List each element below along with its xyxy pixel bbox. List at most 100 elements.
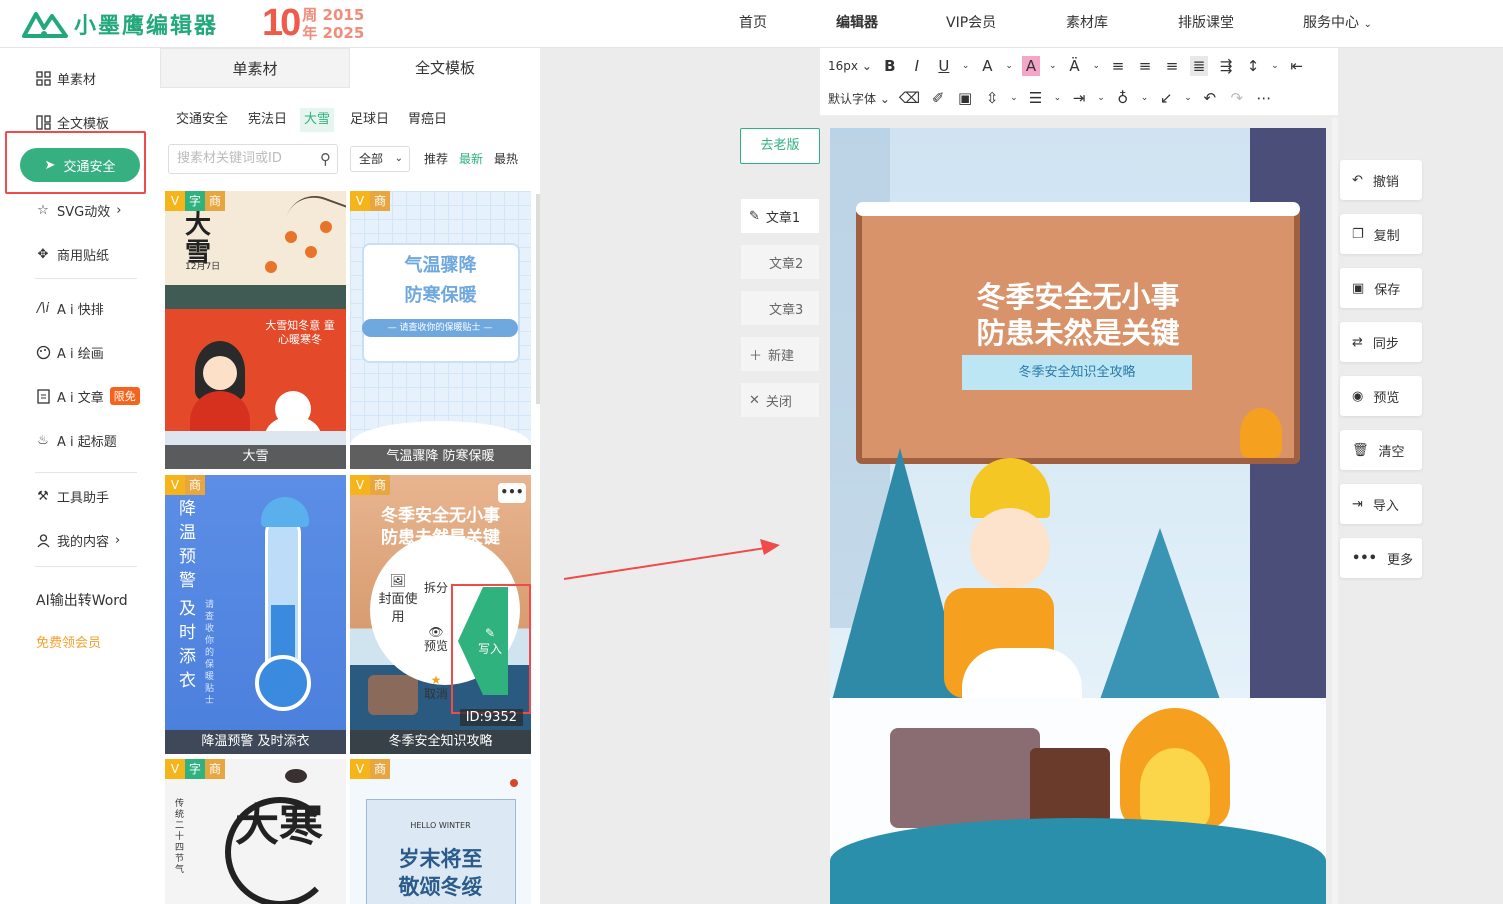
preview-action[interactable]: 👁 预览 <box>424 625 448 653</box>
canvas-scrollbar[interactable] <box>1332 118 1338 904</box>
sidebar-item-single[interactable]: 单素材 <box>35 67 96 89</box>
material-card[interactable]: 大雪 12月7日 大雪知冬意 童心暖寒冬 V 字 商 大雪 <box>165 191 346 469</box>
sort-recommend[interactable]: 推荐 <box>424 150 448 167</box>
category-stomach[interactable]: 胃癌日 <box>404 108 451 132</box>
sidebar-item-template[interactable]: 全文模板 <box>35 111 109 133</box>
save-button[interactable]: ▣ 保存 <box>1340 268 1422 308</box>
import-button[interactable]: ⇥ 导入 <box>1340 484 1422 524</box>
category-constitution[interactable]: 宪法日 <box>244 108 291 132</box>
free-vip-link[interactable]: 免费领会员 <box>36 630 101 652</box>
nav-service[interactable]: 服务中心 ⌄ <box>1303 0 1372 48</box>
sync-button[interactable]: ⇄ 同步 <box>1340 322 1422 362</box>
left-nav: 单素材 全文模板 ➤ 交通安全 ☆ SVG动效 › ✥ 商用贴纸 /\i A i 快排 A… <box>0 48 160 904</box>
user-icon <box>35 532 51 548</box>
more-icon[interactable]: ••• <box>498 483 526 503</box>
new-doc-button[interactable]: ＋ 新建 <box>740 336 820 372</box>
tab-single[interactable]: 单素材 <box>160 48 350 88</box>
doc-tab-1[interactable]: ✎ 文章1 <box>740 198 820 234</box>
category-traffic[interactable]: 交通安全 <box>172 108 232 132</box>
sort-hot[interactable]: 最热 <box>494 150 518 167</box>
exit-icon[interactable]: ⇤ <box>1288 56 1306 76</box>
eraser-icon[interactable]: ⌫ <box>899 88 920 108</box>
search-input[interactable]: 搜素材关键词或ID ⚲ <box>168 144 338 174</box>
close-doc-button[interactable]: ✕ 关闭 <box>740 382 820 418</box>
plus-icon: ＋ <box>749 348 763 364</box>
nav-editor[interactable]: 编辑器 <box>836 0 878 48</box>
canvas-subtitle[interactable]: 冬季安全知识全攻略 <box>962 355 1192 390</box>
align-center-icon[interactable]: ≡ <box>1136 56 1154 76</box>
category-snow[interactable]: 大雪 <box>300 108 335 132</box>
undo-icon[interactable]: ↶ <box>1201 88 1219 108</box>
sidebar-item-my-content[interactable]: 我的内容 › <box>35 529 120 551</box>
spacing-icon[interactable]: ⇳ <box>983 88 1001 108</box>
sidebar-item-ai-paint[interactable]: A i 绘画 <box>35 341 104 363</box>
copy-button[interactable]: ❐ 复制 <box>1340 214 1422 254</box>
font-size-select[interactable]: 16px ⌄ <box>828 59 872 73</box>
anniversary-line1: 周 2015 <box>302 5 365 24</box>
sort-latest[interactable]: 最新 <box>459 150 483 167</box>
divider-icon[interactable]: ☰ <box>1027 88 1045 108</box>
font-family-select[interactable]: 默认字体 ⌄ <box>828 90 890 107</box>
material-card[interactable]: 大寒 传统二十四节气 V 字 商 <box>165 759 346 904</box>
underline-icon[interactable]: U <box>935 56 953 76</box>
category-football[interactable]: 足球日 <box>346 108 393 132</box>
sidebar-item-ai-article[interactable]: A i 文章 限免 <box>35 385 140 407</box>
align-justify-icon[interactable]: ≣ <box>1190 56 1209 76</box>
material-card[interactable]: HELLO WINTER 岁末将至 敬颂冬绥 V 商 <box>350 759 531 904</box>
template-icon <box>35 114 51 130</box>
cover-use-label: 封面使用 <box>378 592 418 625</box>
cover-use-action[interactable]: 🖼 封面使用 <box>378 573 418 627</box>
material-card-hovered[interactable]: 冬季安全无小事 防患未然是关键 🖼封面使用 拆分 👁预览 ★取消 ✎写入 •••… <box>350 475 531 754</box>
bulb-icon[interactable]: ♁ <box>1114 88 1132 108</box>
doc-tab-2[interactable]: 文章2 <box>740 244 820 280</box>
doc-tab-label: 文章3 <box>769 302 804 318</box>
split-action[interactable]: 拆分 <box>424 579 448 596</box>
cancel-action[interactable]: ★ 取消 <box>424 673 448 701</box>
logo[interactable]: 小墨鹰编辑器 <box>22 8 218 40</box>
canvas-title2[interactable]: 防患未然是关键 <box>830 310 1326 352</box>
format-brush-icon[interactable]: ✐ <box>929 88 947 108</box>
doc-tab-3[interactable]: 文章3 <box>740 290 820 326</box>
preview-button[interactable]: ◉ 预览 <box>1340 376 1422 416</box>
more-button[interactable]: ••• 更多 <box>1340 538 1422 578</box>
filter-select[interactable]: 全部 ⌄ <box>350 146 410 172</box>
card-caption: 大雪 <box>165 445 346 469</box>
old-version-button[interactable]: 去老版 <box>740 128 820 164</box>
ai-icon: /\i <box>36 300 50 316</box>
redo-icon[interactable]: ↷ <box>1228 88 1246 108</box>
nav-home[interactable]: 首页 <box>739 0 767 48</box>
nav-materials[interactable]: 素材库 <box>1066 0 1108 48</box>
paragraph-icon[interactable]: ⇥ <box>1070 88 1088 108</box>
material-card[interactable]: 降温预警 及时添衣 请查收你的保暖贴士 V 商 降温预警 及时添衣 <box>165 475 346 754</box>
indent-icon[interactable]: ⇶ <box>1217 56 1235 76</box>
text-effect-icon[interactable]: Ä <box>1066 56 1084 76</box>
undo-button[interactable]: ↶ 撤销 <box>1340 160 1422 200</box>
nav-course[interactable]: 排版课堂 <box>1178 0 1234 48</box>
resize-icon[interactable]: ↙ <box>1157 88 1175 108</box>
sidebar-item-tools[interactable]: ⚒ 工具助手 <box>35 485 109 507</box>
align-left-icon[interactable]: ≡ <box>1109 56 1127 76</box>
material-card[interactable]: 气温骤降 防寒保暖 — 请查收你的保暖贴士 — V 商 气温骤降 防寒保暖 <box>350 191 531 469</box>
more-icon: ••• <box>1352 550 1377 566</box>
bold-icon[interactable]: B <box>881 56 899 76</box>
line-height-icon[interactable]: ↕ <box>1244 56 1262 76</box>
sidebar-item-stickers[interactable]: ✥ 商用贴纸 <box>35 243 109 265</box>
tab-template[interactable]: 全文模板 <box>350 48 540 88</box>
more-icon[interactable]: ⋯ <box>1255 88 1273 108</box>
font-color-icon[interactable]: A <box>978 56 996 76</box>
sidebar-item-ai-title[interactable]: ♨ A i 起标题 <box>35 429 117 451</box>
align-right-icon[interactable]: ≡ <box>1163 56 1181 76</box>
panel-scrollbar[interactable] <box>536 194 540 404</box>
nav-vip[interactable]: VIP会员 <box>946 0 996 48</box>
sidebar-item-svg[interactable]: ☆ SVG动效 › <box>35 199 121 221</box>
highlight-color-icon[interactable]: A <box>1021 56 1040 76</box>
word-export-link[interactable]: AI输出转Word <box>36 589 128 611</box>
image-icon: 🖼 <box>389 574 407 589</box>
image-icon[interactable]: ▣ <box>956 88 974 108</box>
clear-button[interactable]: 🗑 清空 <box>1340 430 1422 470</box>
sidebar-item-ai-layout[interactable]: /\i A i 快排 <box>35 297 104 319</box>
italic-icon[interactable]: I <box>908 56 926 76</box>
chevron-down-icon: ⌄ <box>394 153 403 164</box>
editor-canvas[interactable]: 冬季安全无小事 防患未然是关键 冬季安全知识全攻略 <box>830 128 1326 904</box>
top-bar: 小墨鹰编辑器 10 周 2015 年 2025 首页 编辑器 VIP会员 素材库… <box>0 0 1503 48</box>
